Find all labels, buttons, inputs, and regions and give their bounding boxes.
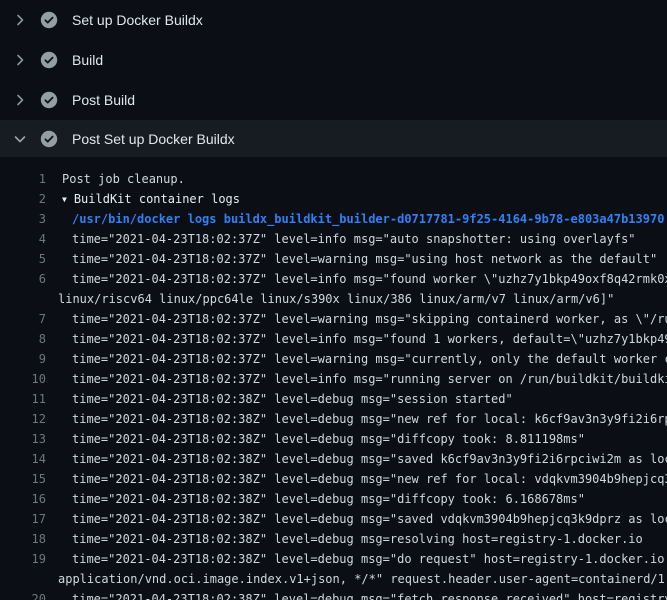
log-line: 10 ▼time="2021-04-23T18:02:37Z" level=in… <box>0 369 667 389</box>
log-line-text: ▼time="2021-04-23T18:02:37Z" level=warni… <box>72 249 657 269</box>
log-line-number[interactable] <box>0 569 46 589</box>
chevron-right-icon[interactable] <box>12 52 28 68</box>
log-line-number[interactable]: 10 <box>0 369 46 389</box>
step-label: Post Build <box>72 92 135 108</box>
log-line-number[interactable]: 4 <box>0 229 46 249</box>
step-label: Build <box>72 52 103 68</box>
log-line: 1 ▼Post job cleanup. <box>0 169 667 189</box>
log-line: 20 ▼time="2021-04-23T18:02:38Z" level=de… <box>0 589 667 600</box>
log-line-number[interactable]: 1 <box>0 169 46 189</box>
log-line-text: ▼time="2021-04-23T18:02:37Z" level=info … <box>72 369 667 389</box>
step-label: Post Set up Docker Buildx <box>72 131 235 147</box>
log-line-number[interactable]: 16 <box>0 489 46 509</box>
log-line-text: ▼time="2021-04-23T18:02:37Z" level=info … <box>72 329 667 349</box>
log-line: 8 ▼time="2021-04-23T18:02:37Z" level=inf… <box>0 329 667 349</box>
log-line-text: ▼linux/riscv64 linux/ppc64le linux/s390x… <box>58 289 614 309</box>
log-line-number[interactable]: 15 <box>0 469 46 489</box>
check-circle-icon <box>40 130 58 148</box>
log-line-text: ▼time="2021-04-23T18:02:37Z" level=warni… <box>72 349 667 369</box>
log-line-number[interactable]: 3 <box>0 209 46 229</box>
log-line-text: ▼time="2021-04-23T18:02:37Z" level=warni… <box>72 309 667 329</box>
log-line: 19 ▼time="2021-04-23T18:02:38Z" level=de… <box>0 549 667 569</box>
log-line: 4 ▼time="2021-04-23T18:02:37Z" level=inf… <box>0 229 667 249</box>
log-line-text: ▼/usr/bin/docker logs buildx_buildkit_bu… <box>72 209 664 229</box>
log-line-number[interactable]: 2 <box>0 189 46 209</box>
log-line: 3 ▼/usr/bin/docker logs buildx_buildkit_… <box>0 209 667 229</box>
log-line: 7 ▼time="2021-04-23T18:02:37Z" level=war… <box>0 309 667 329</box>
chevron-right-icon[interactable] <box>12 92 28 108</box>
log-line-number[interactable]: 8 <box>0 329 46 349</box>
step-header-set-up-docker-buildx[interactable]: Set up Docker Buildx <box>0 0 667 40</box>
log-line: 2 ▼BuildKit container logs <box>0 189 667 209</box>
check-circle-icon <box>40 91 58 109</box>
log-line: 9 ▼time="2021-04-23T18:02:37Z" level=war… <box>0 349 667 369</box>
log-line-number[interactable]: 12 <box>0 409 46 429</box>
step-label: Set up Docker Buildx <box>72 12 203 28</box>
log-line-number[interactable] <box>0 289 46 309</box>
log-line: ▼linux/riscv64 linux/ppc64le linux/s390x… <box>0 289 667 309</box>
log-content: 1 ▼Post job cleanup. 2 ▼BuildKit contain… <box>0 157 667 600</box>
log-line-number[interactable]: 11 <box>0 389 46 409</box>
log-line: 14 ▼time="2021-04-23T18:02:38Z" level=de… <box>0 449 667 469</box>
log-line-number[interactable]: 19 <box>0 549 46 569</box>
log-line-text: ▼time="2021-04-23T18:02:38Z" level=debug… <box>72 529 643 549</box>
step-header-post-build[interactable]: Post Build <box>0 80 667 120</box>
log-line-text: ▼BuildKit container logs <box>62 189 240 209</box>
step-header-post-set-up-docker-buildx[interactable]: Post Set up Docker Buildx <box>0 120 667 157</box>
log-line: 17 ▼time="2021-04-23T18:02:38Z" level=de… <box>0 509 667 529</box>
log-line: ▼application/vnd.oci.image.index.v1+json… <box>0 569 667 589</box>
log-line-text: ▼time="2021-04-23T18:02:38Z" level=debug… <box>72 509 667 529</box>
chevron-down-icon[interactable] <box>12 131 28 147</box>
log-line-number[interactable]: 13 <box>0 429 46 449</box>
log-line-text: ▼time="2021-04-23T18:02:38Z" level=debug… <box>72 489 585 509</box>
check-circle-icon <box>40 51 58 69</box>
step-list: Set up Docker Buildx Build Post Build <box>0 0 667 157</box>
log-line-text: ▼time="2021-04-23T18:02:38Z" level=debug… <box>72 469 667 489</box>
log-line-text: ▼time="2021-04-23T18:02:37Z" level=info … <box>72 229 636 249</box>
log-line-number[interactable]: 7 <box>0 309 46 329</box>
log-line-number[interactable]: 17 <box>0 509 46 529</box>
log-line: 13 ▼time="2021-04-23T18:02:38Z" level=de… <box>0 429 667 449</box>
log-line-text: ▼time="2021-04-23T18:02:38Z" level=debug… <box>72 429 585 449</box>
log-line-text: ▼time="2021-04-23T18:02:38Z" level=debug… <box>72 449 667 469</box>
log-line-text: ▼time="2021-04-23T18:02:38Z" level=debug… <box>72 589 667 600</box>
log-line-number[interactable]: 9 <box>0 349 46 369</box>
log-line: 11 ▼time="2021-04-23T18:02:38Z" level=de… <box>0 389 667 409</box>
log-line-text: ▼time="2021-04-23T18:02:38Z" level=debug… <box>72 389 513 409</box>
log-line-number[interactable]: 14 <box>0 449 46 469</box>
log-line: 16 ▼time="2021-04-23T18:02:38Z" level=de… <box>0 489 667 509</box>
step-header-build[interactable]: Build <box>0 40 667 80</box>
log-line: 5 ▼time="2021-04-23T18:02:37Z" level=war… <box>0 249 667 269</box>
log-line: 15 ▼time="2021-04-23T18:02:38Z" level=de… <box>0 469 667 489</box>
group-expander-icon[interactable]: ▼ <box>62 195 67 204</box>
check-circle-icon <box>40 11 58 29</box>
log-line: 12 ▼time="2021-04-23T18:02:38Z" level=de… <box>0 409 667 429</box>
log-line-text: ▼time="2021-04-23T18:02:38Z" level=debug… <box>72 409 667 429</box>
log-line-number[interactable]: 5 <box>0 249 46 269</box>
actions-log-panel: Set up Docker Buildx Build Post Build <box>0 0 667 600</box>
log-line: 18 ▼time="2021-04-23T18:02:38Z" level=de… <box>0 529 667 549</box>
log-line: 6 ▼time="2021-04-23T18:02:37Z" level=inf… <box>0 269 667 289</box>
log-line-number[interactable]: 20 <box>0 589 46 600</box>
log-line-text: ▼time="2021-04-23T18:02:38Z" level=debug… <box>72 549 667 569</box>
chevron-right-icon[interactable] <box>12 12 28 28</box>
log-line-text: ▼Post job cleanup. <box>62 169 185 189</box>
log-line-text: ▼time="2021-04-23T18:02:37Z" level=info … <box>72 269 667 289</box>
log-line-text: ▼application/vnd.oci.image.index.v1+json… <box>58 569 667 589</box>
log-line-number[interactable]: 18 <box>0 529 46 549</box>
log-line-number[interactable]: 6 <box>0 269 46 289</box>
